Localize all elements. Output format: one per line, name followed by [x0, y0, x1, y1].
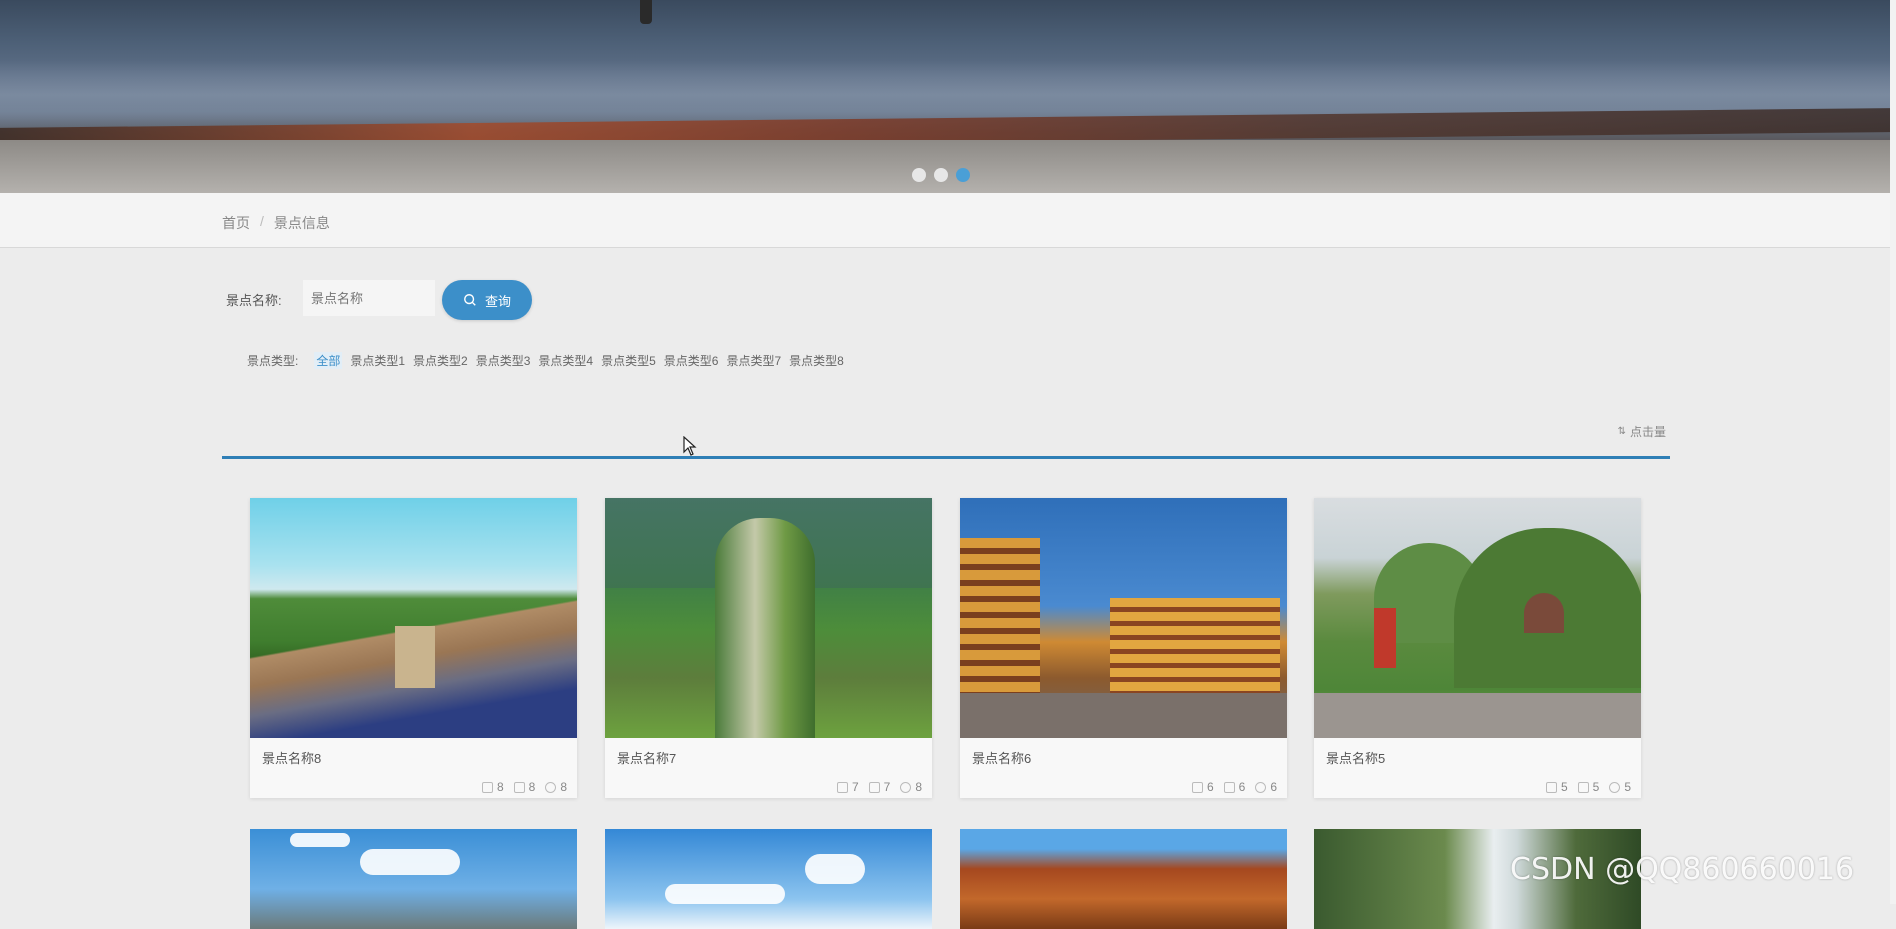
- comment-icon: [1545, 781, 1557, 793]
- scenic-stats: 8 8 8: [481, 780, 567, 794]
- banner-sand: [0, 140, 1890, 193]
- scenic-card-6[interactable]: [605, 829, 932, 929]
- type-3[interactable]: 景点类型3: [476, 352, 531, 369]
- type-8[interactable]: 景点类型8: [789, 352, 844, 369]
- scenic-image-5: [250, 829, 577, 929]
- scenic-stats: 5 5 5: [1545, 780, 1631, 794]
- scenic-name: 景点名称8: [262, 751, 322, 766]
- view-icon: [1255, 781, 1267, 793]
- view-icon: [545, 781, 557, 793]
- type-2[interactable]: 景点类型2: [413, 352, 468, 369]
- scenic-image-great-wall: [250, 498, 577, 738]
- like-icon: [513, 781, 525, 793]
- scenic-image-karst: [605, 498, 932, 738]
- scenic-image-temple: [960, 498, 1287, 738]
- carousel-dot-1[interactable]: [912, 168, 926, 182]
- carousel-dots: [912, 168, 970, 182]
- breadcrumb-bar: 首页 / 景点信息: [0, 193, 1896, 248]
- like-icon: [868, 781, 880, 793]
- stat-comments: 7: [851, 780, 859, 794]
- type-6[interactable]: 景点类型6: [664, 352, 719, 369]
- stat-views: 8: [560, 780, 567, 794]
- sort-icon: ⇅: [1617, 426, 1626, 437]
- view-icon: [1609, 781, 1621, 793]
- banner-figure: [640, 0, 652, 24]
- breadcrumb-separator: /: [260, 213, 264, 229]
- carousel-dot-2[interactable]: [934, 168, 948, 182]
- comment-icon: [1191, 781, 1203, 793]
- scenic-card-2[interactable]: 景点名称7 7 7 8: [605, 498, 932, 798]
- search-input[interactable]: [303, 280, 435, 316]
- type-7[interactable]: 景点类型7: [726, 352, 781, 369]
- stat-likes: 5: [1592, 780, 1600, 794]
- watermark: CSDN @QQ860660016: [1510, 852, 1855, 887]
- comment-icon: [481, 781, 493, 793]
- stat-views: 8: [915, 780, 922, 794]
- type-all[interactable]: 全部: [314, 352, 343, 369]
- comment-icon: [836, 781, 848, 793]
- type-4[interactable]: 景点类型4: [538, 352, 593, 369]
- breadcrumb-current: 景点信息: [273, 215, 330, 231]
- scenic-image-7: [960, 829, 1287, 929]
- type-1[interactable]: 景点类型1: [350, 352, 405, 369]
- scenic-name: 景点名称5: [1326, 751, 1386, 766]
- view-icon: [900, 781, 912, 793]
- stat-comments: 8: [496, 780, 504, 794]
- search-button-label: 查询: [484, 293, 511, 309]
- mouse-cursor-icon: [683, 436, 697, 456]
- stat-likes: 8: [528, 780, 536, 794]
- stat-views: 5: [1624, 780, 1631, 794]
- stat-likes: 7: [883, 780, 891, 794]
- stat-comments: 6: [1206, 780, 1214, 794]
- stat-likes: 6: [1238, 780, 1246, 794]
- scenic-stats: 6 6 6: [1191, 780, 1277, 794]
- scenic-image-6: [605, 829, 932, 929]
- search-button[interactable]: 查询: [442, 280, 532, 320]
- hero-banner: [0, 0, 1890, 193]
- scenic-card-1[interactable]: 景点名称8 8 8 8: [250, 498, 577, 798]
- type-filter: 景点类型: 全部 景点类型1 景点类型2 景点类型3 景点类型4 景点类型5 景…: [247, 352, 844, 369]
- stat-views: 6: [1270, 780, 1277, 794]
- sort-clicks[interactable]: ⇅ 点击量: [1618, 423, 1666, 440]
- sort-divider: [222, 456, 1670, 459]
- like-icon: [1223, 781, 1235, 793]
- carousel-dot-3[interactable]: [956, 168, 970, 182]
- scenic-name: 景点名称7: [617, 751, 677, 766]
- like-icon: [1577, 781, 1589, 793]
- scenic-image-cave: [1314, 498, 1641, 738]
- breadcrumb-home[interactable]: 首页: [222, 213, 250, 233]
- page-edge: [1890, 0, 1896, 904]
- search-label: 景点名称:: [226, 293, 282, 308]
- type-filter-label: 景点类型:: [247, 354, 299, 368]
- breadcrumb: 首页 / 景点信息: [222, 213, 330, 233]
- sort-label: 点击量: [1629, 425, 1666, 439]
- stat-comments: 5: [1560, 780, 1568, 794]
- search-icon: [464, 294, 476, 306]
- scenic-card-7[interactable]: [960, 829, 1287, 929]
- scenic-card-4[interactable]: 景点名称5 5 5 5: [1314, 498, 1641, 798]
- type-5[interactable]: 景点类型5: [601, 352, 656, 369]
- scenic-name: 景点名称6: [972, 751, 1032, 766]
- scenic-stats: 7 7 8: [836, 780, 922, 794]
- scenic-card-3[interactable]: 景点名称6 6 6 6: [960, 498, 1287, 798]
- scenic-card-5[interactable]: [250, 829, 577, 929]
